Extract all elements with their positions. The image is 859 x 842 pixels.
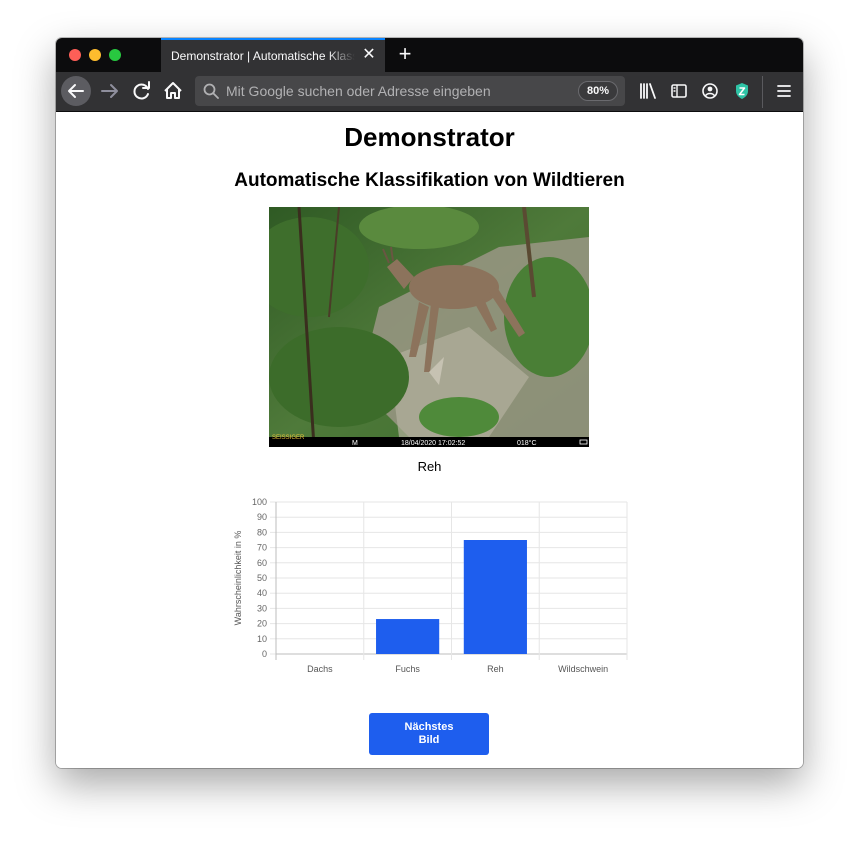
zoom-level-badge[interactable]: 80% (577, 81, 618, 101)
y-tick-label: 70 (257, 543, 267, 553)
camera-brand-text: SEISSIGER (272, 435, 305, 441)
tab-strip: Demonstrator | Automatische Klassifikati… (56, 38, 803, 72)
reload-icon (133, 81, 150, 100)
browser-window: Demonstrator | Automatische Klassifikati… (56, 38, 803, 768)
back-button[interactable] (61, 76, 91, 106)
forward-button[interactable] (96, 77, 124, 105)
home-icon (164, 82, 182, 99)
toolbar: Mit Google suchen oder Adresse eingeben … (56, 72, 803, 112)
bar-reh (463, 540, 527, 654)
y-tick-label: 100 (252, 497, 267, 507)
camera-temperature-text: 018°C (517, 439, 537, 447)
camera-datetime-text: 18/04/2020 17:02:52 (401, 440, 465, 447)
close-window-button[interactable] (69, 49, 81, 61)
x-tick-label: Reh (487, 664, 504, 674)
toolbar-separator (762, 76, 763, 108)
account-button[interactable] (696, 77, 724, 105)
maximize-window-button[interactable] (109, 49, 121, 61)
tab-title: Demonstrator | Automatische Klassifikati… (171, 49, 355, 63)
menu-button[interactable] (770, 77, 798, 105)
hamburger-icon (777, 85, 791, 97)
sidebar-icon (671, 84, 687, 98)
home-button[interactable] (159, 77, 187, 105)
close-icon[interactable]: ✕ (361, 47, 377, 63)
page-title: Demonstrator (344, 122, 515, 152)
y-tick-label: 0 (262, 649, 267, 659)
y-axis-label: Wahrscheinlichkeit in % (233, 531, 243, 626)
shield-icon (736, 83, 748, 99)
y-tick-label: 60 (257, 558, 267, 568)
probability-chart: 0 10 20 30 40 50 60 70 80 90 100 Dachs Fuchs Reh Wilds… (224, 492, 644, 682)
tab-active[interactable]: Demonstrator | Automatische Klassifikati… (161, 38, 385, 72)
arrow-right-icon (101, 84, 118, 98)
minimize-window-button[interactable] (89, 49, 101, 61)
prediction-label: Reh (417, 459, 442, 474)
y-tick-label: 50 (257, 573, 267, 583)
account-icon (702, 83, 718, 99)
x-tick-label: Dachs (307, 664, 333, 674)
new-tab-icon[interactable]: + (394, 42, 416, 66)
library-icon (640, 83, 656, 99)
y-tick-label: 40 (257, 588, 267, 598)
sidebar-button[interactable] (665, 77, 693, 105)
y-tick-label: 10 (257, 634, 267, 644)
chart-svg: 0 10 20 30 40 50 60 70 80 90 100 Dachs Fuchs Reh Wilds… (233, 497, 628, 674)
y-tick-label: 90 (257, 512, 267, 522)
y-tick-label: 20 (257, 619, 267, 629)
page-subtitle: Automatische Klassifikation von Wildtier… (234, 170, 625, 191)
x-tick-label: Wildschwein (558, 664, 608, 674)
extension-button[interactable] (728, 77, 756, 105)
bar-fuchs (376, 619, 440, 654)
arrow-left-icon (68, 84, 84, 98)
library-button[interactable] (634, 77, 662, 105)
search-icon (203, 83, 219, 99)
url-bar[interactable]: Mit Google suchen oder Adresse eingeben … (195, 76, 625, 106)
page-content: Demonstrator Automatische Klassifikation… (56, 112, 803, 768)
y-tick-label: 80 (257, 527, 267, 537)
url-placeholder: Mit Google suchen oder Adresse eingeben (226, 83, 491, 99)
camera-mode-text: M (352, 440, 358, 447)
x-tick-label: Fuchs (395, 664, 420, 674)
reload-button[interactable] (128, 77, 156, 105)
next-image-button[interactable]: Nächstes Bild (369, 713, 489, 755)
wildlife-camera-photo: SEISSIGER M 18/04/2020 17:02:52 018°C (269, 207, 589, 447)
y-tick-label: 30 (257, 603, 267, 613)
